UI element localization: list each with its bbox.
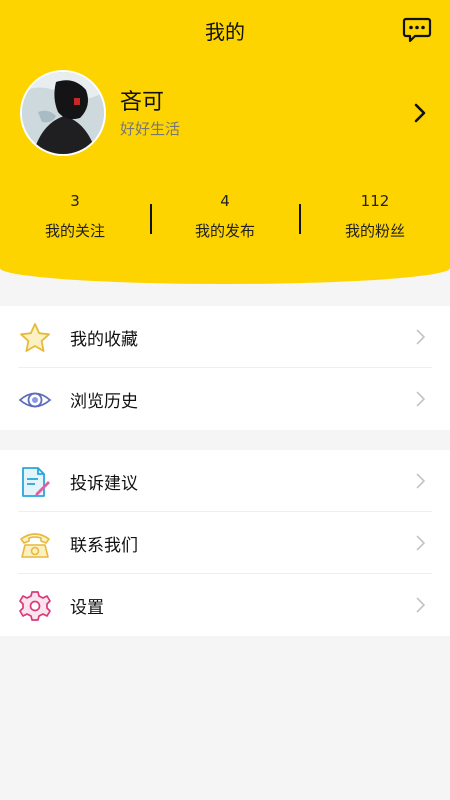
- stat-count: 4: [220, 192, 230, 210]
- menu-item-label: 我的收藏: [70, 330, 138, 350]
- profile-header: 我的 吝可 好好生活 3 我的关注 4 我的发布 112 我的粉丝: [0, 0, 450, 284]
- menu-item-settings[interactable]: 设置: [0, 574, 450, 636]
- stat-label: 我的发布: [194, 222, 255, 240]
- stat-label: 我的关注: [44, 222, 105, 240]
- chevron-right-icon[interactable]: [410, 102, 430, 124]
- avatar[interactable]: [20, 70, 106, 156]
- menu-item-contact[interactable]: 联系我们: [0, 512, 450, 574]
- stat-label: 我的粉丝: [344, 222, 405, 240]
- menu-group-primary: 我的收藏 浏览历史: [0, 306, 450, 430]
- telephone-icon: [18, 527, 52, 561]
- eye-icon: [18, 383, 52, 417]
- gear-icon: [18, 589, 52, 623]
- menu-item-label: 联系我们: [70, 536, 138, 556]
- user-name: 吝可: [120, 90, 165, 115]
- menu-item-label: 浏览历史: [70, 392, 138, 412]
- menu-item-favorites[interactable]: 我的收藏: [0, 306, 450, 368]
- menu-item-label: 设置: [70, 598, 104, 618]
- stat-posts[interactable]: 4 我的发布: [150, 190, 300, 241]
- chevron-right-icon: [414, 390, 426, 408]
- stat-following[interactable]: 3 我的关注: [0, 190, 150, 241]
- chevron-right-icon: [414, 596, 426, 614]
- stat-followers[interactable]: 112 我的粉丝: [300, 190, 450, 241]
- chevron-right-icon: [414, 328, 426, 346]
- menu-item-label: 投诉建议: [70, 474, 138, 494]
- user-bio: 好好生活: [120, 120, 181, 138]
- menu-item-history[interactable]: 浏览历史: [0, 368, 450, 430]
- message-icon[interactable]: [402, 16, 432, 44]
- stats-row: 3 我的关注 4 我的发布 112 我的粉丝: [0, 190, 450, 246]
- menu-item-feedback[interactable]: 投诉建议: [0, 450, 450, 512]
- stat-count: 3: [70, 192, 80, 210]
- star-icon: [18, 321, 52, 355]
- page-title: 我的: [205, 20, 245, 44]
- stat-count: 112: [360, 192, 390, 210]
- chevron-right-icon: [414, 472, 426, 490]
- chevron-right-icon: [414, 534, 426, 552]
- document-edit-icon: [18, 465, 52, 499]
- menu-group-secondary: 投诉建议 联系我们 设置: [0, 450, 450, 636]
